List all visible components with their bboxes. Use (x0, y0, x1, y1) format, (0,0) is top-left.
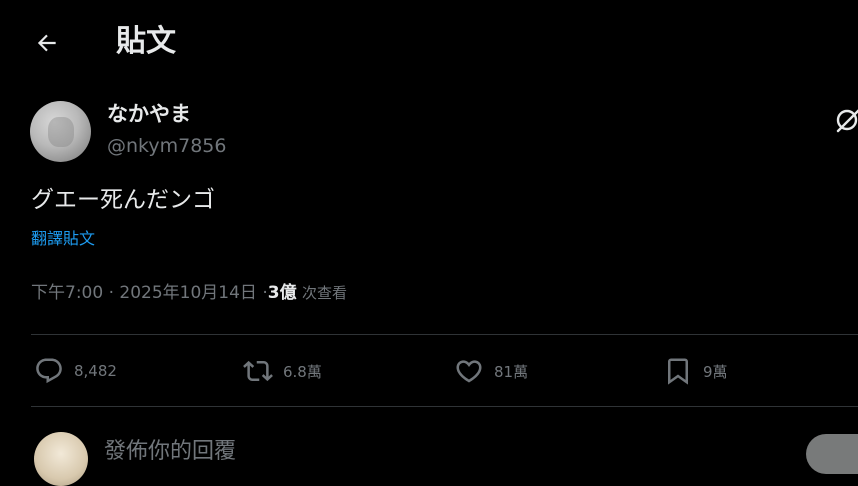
translate-post-link[interactable]: 翻譯貼文 (31, 227, 95, 251)
meta-separator: · (108, 283, 114, 303)
page-title: 貼文 (116, 24, 176, 59)
divider-top (31, 334, 858, 335)
reply-count: 8,482 (74, 362, 117, 380)
like-count: 81萬 (494, 362, 529, 381)
bookmark-icon (668, 358, 688, 385)
current-user-avatar (34, 432, 88, 486)
like-action[interactable]: 81萬 (454, 353, 528, 389)
views-label: 次查看 (302, 284, 348, 302)
heart-icon (456, 360, 482, 383)
author-avatar[interactable] (30, 101, 91, 162)
repost-icon (243, 360, 273, 382)
speech-bubble-icon (36, 358, 62, 384)
views-count: 3億 (267, 283, 297, 303)
divider-bottom (31, 406, 858, 407)
arrow-left-icon (37, 34, 56, 52)
bookmark-count: 9萬 (703, 362, 728, 381)
post-date[interactable]: 2025年10月14日 (119, 283, 257, 303)
post-text: グエー死んだンゴ (31, 187, 215, 213)
reply-action[interactable]: 8,482 (34, 353, 117, 389)
post-time[interactable]: 下午7:00 (31, 283, 103, 303)
grok-icon[interactable] (834, 105, 858, 135)
reply-input[interactable]: 發佈你的回覆 (104, 436, 236, 468)
top-header: 貼文 (0, 0, 858, 84)
bookmark-action[interactable]: 9萬 (663, 353, 728, 389)
repost-action[interactable]: 6.8萬 (243, 353, 322, 389)
back-button[interactable] (28, 24, 66, 62)
author-display-name[interactable]: なかやま (107, 100, 191, 128)
repost-count: 6.8萬 (283, 362, 322, 381)
author-handle[interactable]: @nkym7856 (107, 133, 226, 159)
post-meta: 下午7:00 · 2025年10月14日 ·3億 次查看 (31, 280, 347, 306)
reply-submit-button[interactable] (806, 434, 858, 474)
